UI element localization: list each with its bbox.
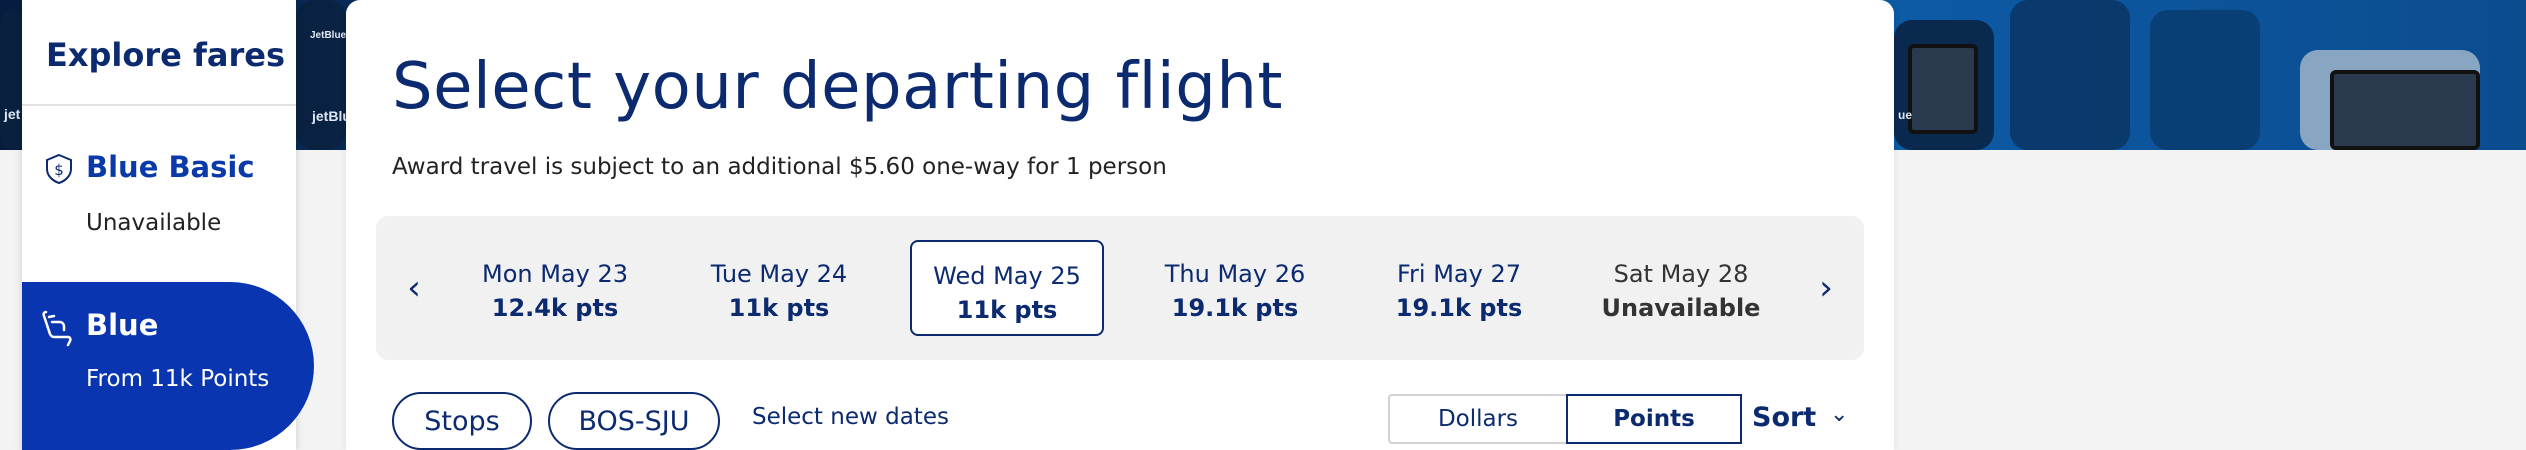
- date-label: Tue May 24: [710, 260, 848, 288]
- points-option[interactable]: Points: [1566, 394, 1742, 444]
- dollar-shield-icon: $: [46, 153, 72, 185]
- fare-name: Blue Basic: [86, 150, 255, 184]
- sort-button[interactable]: Sort: [1752, 402, 1816, 433]
- date-label: Fri May 27: [1396, 260, 1521, 288]
- date-label: Sat May 28: [1613, 260, 1749, 288]
- date-price: 19.1k pts: [1395, 294, 1523, 322]
- date-label: Thu May 26: [1164, 260, 1306, 288]
- date-option-selected[interactable]: Wed May 25 11k pts: [910, 240, 1104, 336]
- date-price: 11k pts: [728, 294, 830, 322]
- select-new-dates-link[interactable]: Select new dates: [752, 404, 949, 430]
- date-price: 19.1k pts: [1171, 294, 1299, 322]
- award-fee-note: Award travel is subject to an additional…: [392, 154, 1167, 180]
- stops-filter-button[interactable]: Stops: [392, 392, 532, 450]
- date-price: 12.4k pts: [491, 294, 619, 322]
- date-label: Wed May 25: [933, 262, 1081, 290]
- date-price: Unavailable: [1601, 294, 1761, 322]
- page-title: Select your departing flight: [392, 50, 1283, 124]
- date-price: 11k pts: [956, 296, 1058, 324]
- date-option[interactable]: Mon May 23 12.4k pts: [458, 240, 652, 336]
- chevron-right-icon[interactable]: ›: [1806, 266, 1846, 310]
- date-option[interactable]: Sat May 28 Unavailable: [1584, 240, 1778, 336]
- date-carousel: ‹ Mon May 23 12.4k pts Tue May 24 11k pt…: [376, 216, 1864, 360]
- fare-sidebar: Explore fares $ Blue Basic Unavailable B…: [22, 0, 314, 450]
- date-option[interactable]: Tue May 24 11k pts: [682, 240, 876, 336]
- route-filter-button[interactable]: BOS-SJU: [548, 392, 720, 450]
- fare-status: From 11k Points: [86, 366, 270, 392]
- sidebar-title: Explore fares: [46, 36, 286, 74]
- fare-name: Blue: [86, 308, 159, 342]
- svg-text:$: $: [54, 161, 64, 179]
- date-option[interactable]: Thu May 26 19.1k pts: [1138, 240, 1332, 336]
- fare-status: Unavailable: [86, 210, 222, 236]
- currency-toggle: Dollars Points: [1388, 394, 1742, 444]
- date-option[interactable]: Fri May 27 19.1k pts: [1362, 240, 1556, 336]
- fare-option-blue[interactable]: Blue From 11k Points: [22, 282, 314, 450]
- chevron-down-icon[interactable]: ⌄: [1830, 402, 1848, 427]
- dollars-option[interactable]: Dollars: [1390, 396, 1566, 442]
- sidebar-divider: [22, 104, 296, 106]
- date-label: Mon May 23: [481, 260, 628, 288]
- seat-icon: [42, 310, 72, 347]
- flight-selection-panel: Select your departing flight Award trave…: [346, 0, 1894, 450]
- chevron-left-icon[interactable]: ‹: [394, 266, 434, 310]
